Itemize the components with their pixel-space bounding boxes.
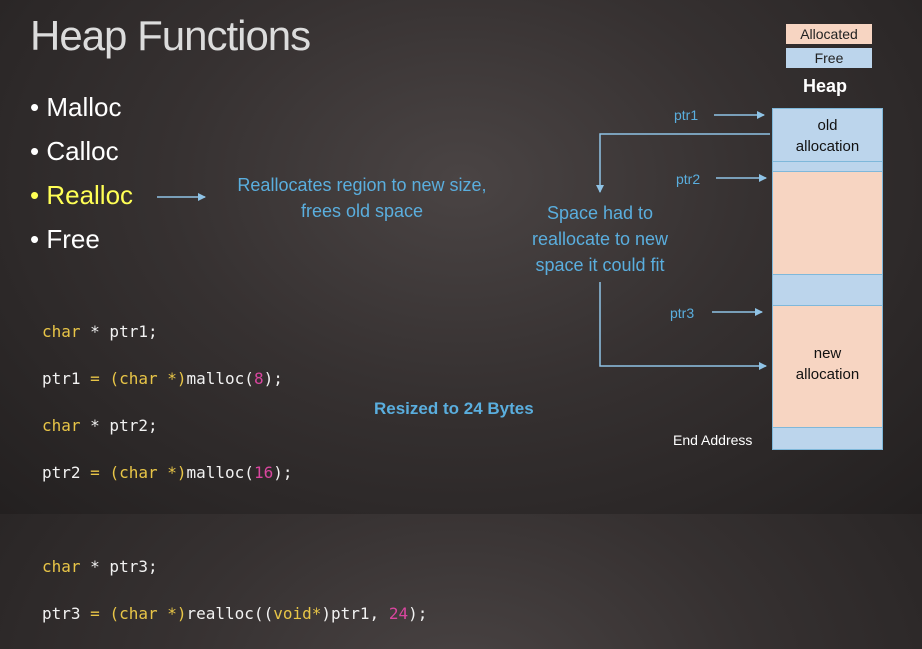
code-type-keyword: char (42, 556, 81, 576)
code-text: ); (408, 603, 428, 623)
code-cast: (char *) (109, 603, 187, 623)
code-text: ptr3 (42, 603, 81, 623)
code-operator: = (80, 603, 110, 623)
code-line-5: char * ptr3; (42, 555, 427, 579)
code-text: )ptr1, (321, 603, 389, 623)
code-text: * ptr3; (80, 556, 158, 576)
note-to-new-arrow (599, 282, 767, 370)
code-number: 24 (388, 603, 409, 623)
code-text: realloc(( (186, 603, 274, 623)
code-cast: void* (273, 603, 322, 623)
old-to-note-arrow (596, 133, 770, 193)
code-line-6: ptr3 = (char *)realloc((void*)ptr1, 24); (42, 602, 427, 626)
arrows-overlay (157, 111, 770, 370)
